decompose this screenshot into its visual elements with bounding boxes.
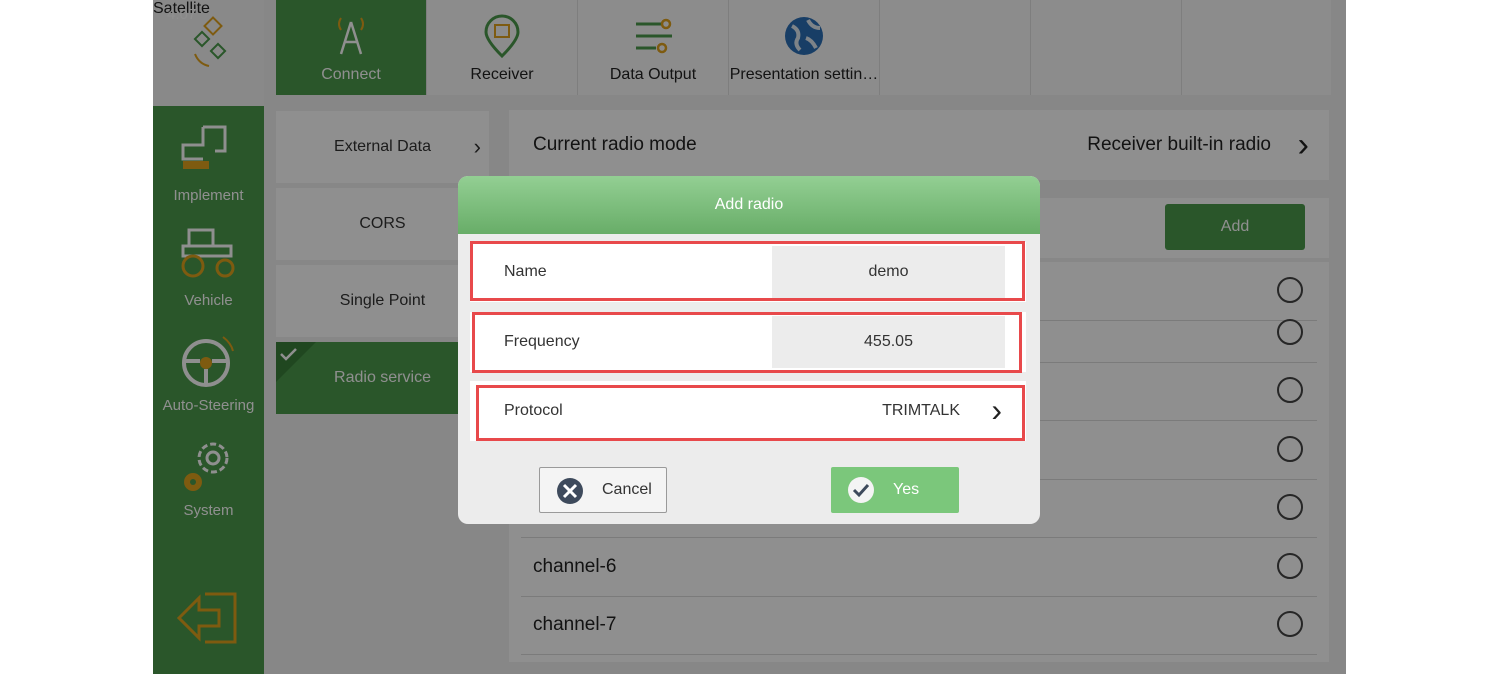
highlight-box bbox=[472, 312, 1022, 373]
highlight-box bbox=[470, 241, 1025, 301]
close-circle-icon bbox=[557, 478, 583, 504]
add-radio-dialog: Add radio Name demo Frequency 455.05 Pro… bbox=[458, 176, 1040, 524]
cancel-button[interactable]: Cancel bbox=[539, 467, 667, 513]
highlight-box bbox=[476, 385, 1025, 441]
yes-label: Yes bbox=[893, 481, 920, 498]
cancel-label: Cancel bbox=[602, 481, 652, 498]
check-circle-icon bbox=[848, 477, 874, 503]
yes-button[interactable]: Yes bbox=[831, 467, 959, 513]
dialog-title: Add radio bbox=[458, 176, 1040, 234]
app-screen: Satellite 4:07 Implement Vehicle Auto-St… bbox=[153, 0, 1346, 674]
